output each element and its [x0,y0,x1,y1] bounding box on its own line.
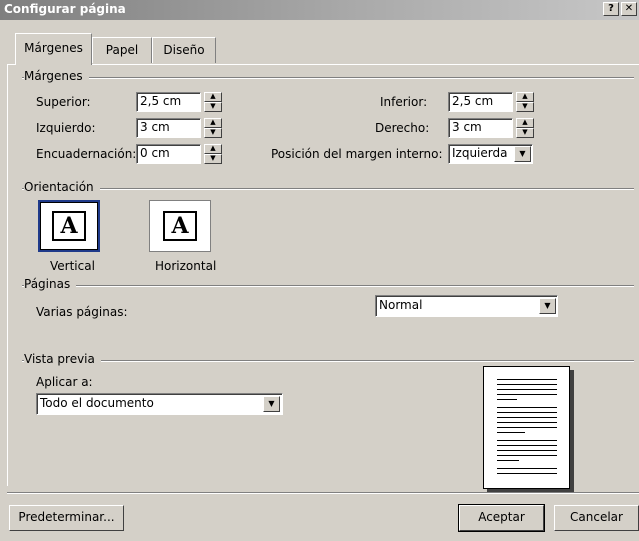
multiple-pages-select[interactable]: Normal [375,295,558,317]
help-button[interactable]: ? [603,2,619,16]
close-button[interactable]: ✕ [621,2,637,16]
spin-down-icon[interactable]: ▼ [204,128,222,138]
portrait-option[interactable]: A [38,200,100,252]
chevron-down-icon[interactable]: ▼ [539,298,556,314]
spin-up-icon[interactable]: ▲ [516,92,534,102]
default-button[interactable]: Predeterminar... [9,505,124,531]
preview-page [483,366,570,489]
spin-down-icon[interactable]: ▼ [204,154,222,164]
left-margin-input[interactable]: 3 cm [136,118,201,138]
gutter-spinner[interactable]: ▲ ▼ [204,144,222,164]
left-margin-spinner[interactable]: ▲ ▼ [204,118,222,138]
margins-group-title: Márgenes [24,69,89,83]
orientation-group-title: Orientación [24,180,100,194]
top-margin-spinner[interactable]: ▲ ▼ [204,92,222,112]
preview-group-line [22,360,634,362]
portrait-page-icon: A [52,211,86,241]
spin-down-icon[interactable]: ▼ [516,102,534,112]
landscape-option[interactable]: A [149,200,211,252]
tab-margenes[interactable]: Márgenes [15,33,92,65]
window-title: Configurar página [4,2,126,16]
spin-up-icon[interactable]: ▲ [204,92,222,102]
gutter-input[interactable]: 0 cm [136,144,201,164]
preview-group-title: Vista previa [24,352,101,366]
right-margin-input[interactable]: 3 cm [448,118,513,138]
right-margin-spinner[interactable]: ▲ ▼ [516,118,534,138]
spin-down-icon[interactable]: ▼ [204,102,222,112]
top-margin-input[interactable]: 2,5 cm [136,92,201,112]
pages-group-title: Páginas [24,277,77,291]
apply-to-select[interactable]: Todo el documento [36,393,283,415]
pages-group-line [22,285,634,287]
cancel-button[interactable]: Cancelar [554,505,639,531]
spin-up-icon[interactable]: ▲ [204,118,222,128]
ok-button[interactable]: Aceptar [458,504,545,532]
tab-diseno[interactable]: Diseño [152,37,216,63]
spin-up-icon[interactable]: ▲ [516,118,534,128]
spin-down-icon[interactable]: ▼ [516,128,534,138]
orientation-group-line [22,188,634,190]
margins-group-line [22,77,634,79]
spin-up-icon[interactable]: ▲ [204,144,222,154]
landscape-page-icon: A [163,211,197,241]
bottom-margin-spinner[interactable]: ▲ ▼ [516,92,534,112]
chevron-down-icon[interactable]: ▼ [514,146,531,162]
bottom-margin-input[interactable]: 2,5 cm [448,92,513,112]
chevron-down-icon[interactable]: ▼ [263,396,280,412]
tab-papel[interactable]: Papel [92,37,152,63]
bottom-separator [7,492,639,494]
